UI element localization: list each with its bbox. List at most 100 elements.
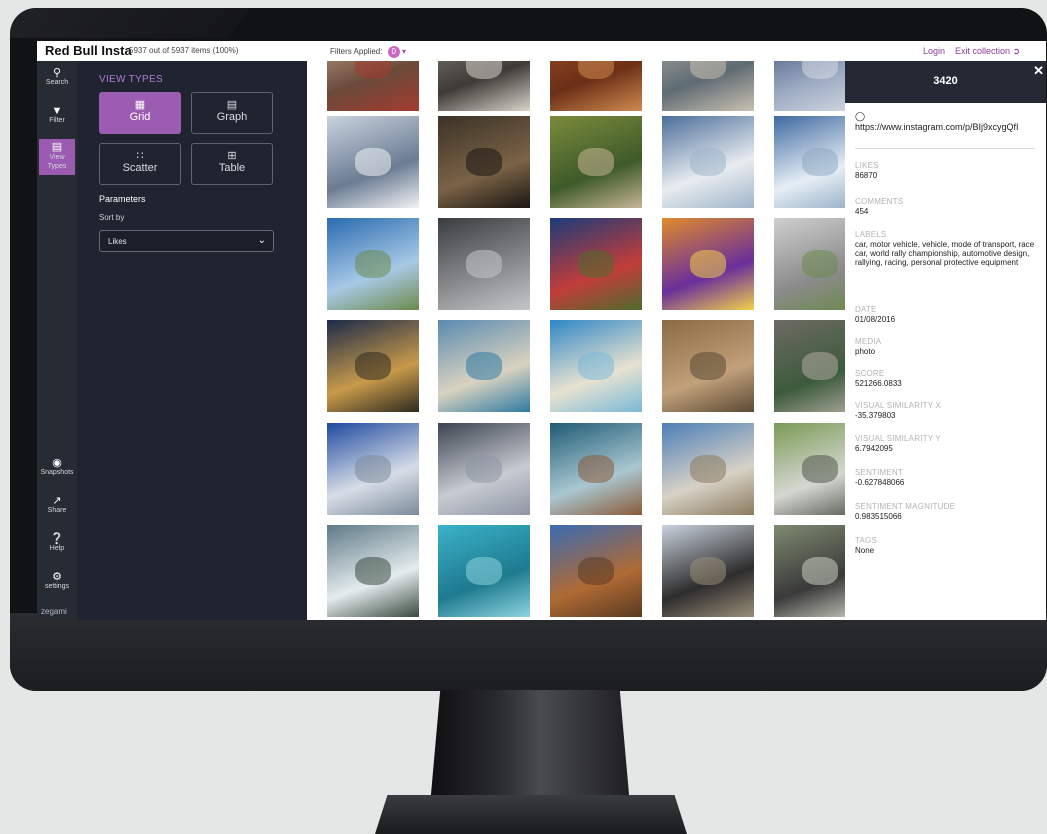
grid-thumbnail[interactable] — [438, 525, 530, 617]
sidebar-item-label: View Types — [47, 154, 67, 170]
grid-thumbnail[interactable] — [662, 116, 754, 208]
filters-applied[interactable]: Filters Applied: 0 ▾ — [330, 46, 406, 58]
thumbnail-subject — [577, 352, 615, 380]
view-types-panel: VIEW TYPES ▦ Grid ▤ Graph ∷ Scatter ⊞ Ta… — [77, 61, 307, 620]
field-value: photo — [855, 347, 876, 356]
thumbnail-subject — [354, 557, 392, 585]
sidebar-item-help[interactable]: ❔ Help — [37, 533, 77, 552]
sort-by-select[interactable]: Likes ⌄ — [99, 230, 274, 252]
field-value: 454 — [855, 207, 869, 216]
grid-thumbnail[interactable] — [327, 116, 419, 208]
app-brand: Red Bull Insta — [45, 43, 132, 58]
sidebar-item-settings[interactable]: ⚙ settings — [37, 571, 77, 590]
thumbnail-subject — [465, 352, 503, 380]
app-screen: Red Bull Insta 5937 out of 5937 items (1… — [37, 41, 1046, 620]
field-label: VISUAL SIMILARITY X — [855, 401, 942, 410]
thumbnail-subject — [354, 148, 392, 176]
detail-item-id: 3420 — [933, 75, 958, 87]
thumbnail-subject — [465, 557, 503, 585]
grid-thumbnail[interactable] — [662, 61, 754, 111]
gear-icon: ⚙ — [52, 571, 62, 583]
grid-thumbnail[interactable] — [774, 525, 847, 617]
sidebar-item-label: Snapshots — [40, 469, 74, 476]
bar-chart-icon: ▤ — [51, 141, 63, 153]
thumbnail-subject — [689, 352, 727, 380]
grid-icon: ▦ — [134, 99, 146, 111]
field-label: COMMENTS — [855, 197, 904, 206]
view-type-scatter-button[interactable]: ∷ Scatter — [99, 143, 181, 185]
grid-thumbnail[interactable] — [774, 116, 847, 208]
grid-thumbnail[interactable] — [327, 218, 419, 310]
grid-thumbnail[interactable] — [662, 320, 754, 412]
grid-thumbnail[interactable] — [327, 423, 419, 515]
close-icon[interactable]: ✕ — [1033, 63, 1044, 79]
chevron-down-icon: ⌄ — [257, 235, 266, 246]
grid-thumbnail[interactable] — [438, 423, 530, 515]
thumbnail-subject — [577, 61, 615, 79]
grid-thumbnail[interactable] — [550, 116, 642, 208]
sidebar-item-filter[interactable]: ▼ Filter — [37, 105, 77, 124]
grid-thumbnail[interactable] — [662, 423, 754, 515]
view-type-graph-button[interactable]: ▤ Graph — [191, 92, 273, 134]
field-label: DATE — [855, 305, 877, 314]
view-type-table-button[interactable]: ⊞ Table — [191, 143, 273, 185]
thumbnail-subject — [689, 61, 727, 79]
grid-thumbnail[interactable] — [438, 61, 530, 111]
thumbnail-subject — [577, 250, 615, 278]
view-type-grid-button[interactable]: ▦ Grid — [99, 92, 181, 134]
grid-thumbnail[interactable] — [774, 61, 847, 111]
bar-chart-icon: ▤ — [226, 99, 238, 111]
grid-thumbnail[interactable] — [438, 218, 530, 310]
field-label: SENTIMENT — [855, 468, 904, 477]
grid-thumbnail[interactable] — [438, 320, 530, 412]
thumbnail-subject — [801, 250, 839, 278]
grid-thumbnail[interactable] — [662, 525, 754, 617]
grid-thumbnail[interactable] — [774, 423, 847, 515]
field-value: None — [855, 546, 875, 555]
sidebar-item-snapshots[interactable]: ◉ Snapshots — [37, 457, 77, 476]
grid-thumbnail[interactable] — [327, 525, 419, 617]
thumbnail-subject — [354, 352, 392, 380]
exit-collection-label: Exit collection — [955, 46, 1011, 56]
sidebar-item-label: settings — [44, 583, 70, 590]
grid-thumbnail[interactable] — [327, 61, 419, 111]
detail-panel: 3420 ✕ ◯ https://www.instagram.com/p/BIj… — [845, 61, 1046, 620]
grid-thumbnail[interactable] — [550, 61, 642, 111]
sidebar-item-view-types[interactable]: ▤ View Types — [39, 139, 75, 175]
sort-by-value: Likes — [108, 237, 127, 246]
grid-thumbnail[interactable] — [550, 423, 642, 515]
thumbnail-subject — [465, 455, 503, 483]
sidebar-item-search[interactable]: ⚲ Search — [37, 67, 77, 86]
filters-label: Filters Applied: — [330, 47, 383, 57]
exit-collection-link[interactable]: Exit collection ➲ — [955, 46, 1020, 57]
top-bar: Red Bull Insta 5937 out of 5937 items (1… — [37, 41, 1046, 61]
grid-thumbnail[interactable] — [438, 116, 530, 208]
thumbnail-subject — [801, 455, 839, 483]
monitor-chin — [10, 612, 1047, 691]
grid-thumbnail[interactable] — [774, 218, 847, 310]
thumbnail-subject — [577, 455, 615, 483]
login-link[interactable]: Login — [923, 46, 945, 56]
chevron-down-icon: ▾ — [401, 47, 406, 57]
monitor-stand-neck — [430, 690, 630, 805]
instagram-url-link[interactable]: https://www.instagram.com/p/BIj9xcygQfI — [855, 122, 1040, 132]
field-label: MEDIA — [855, 337, 882, 346]
grid-thumbnail[interactable] — [327, 320, 419, 412]
field-label: SCORE — [855, 369, 885, 378]
grid-thumbnail[interactable] — [662, 218, 754, 310]
instagram-icon: ◯ — [855, 111, 866, 121]
thumbnail-subject — [465, 61, 503, 79]
sidebar-item-share[interactable]: ↗ Share — [37, 495, 77, 514]
grid-thumbnail[interactable] — [550, 218, 642, 310]
parameters-heading: Parameters — [99, 194, 146, 204]
sidebar-item-label: Help — [49, 545, 65, 552]
field-label: TAGS — [855, 536, 877, 545]
monitor-frame: Red Bull Insta 5937 out of 5937 items (1… — [10, 8, 1047, 691]
field-value: car, motor vehicle, vehicle, mode of tra… — [855, 240, 1035, 267]
grid-thumbnail[interactable] — [550, 320, 642, 412]
grid-thumbnail[interactable] — [774, 320, 847, 412]
thumbnail-subject — [801, 61, 839, 79]
thumbnail-subject — [801, 352, 839, 380]
grid-thumbnail[interactable] — [550, 525, 642, 617]
sort-by-label: Sort by — [99, 213, 125, 222]
